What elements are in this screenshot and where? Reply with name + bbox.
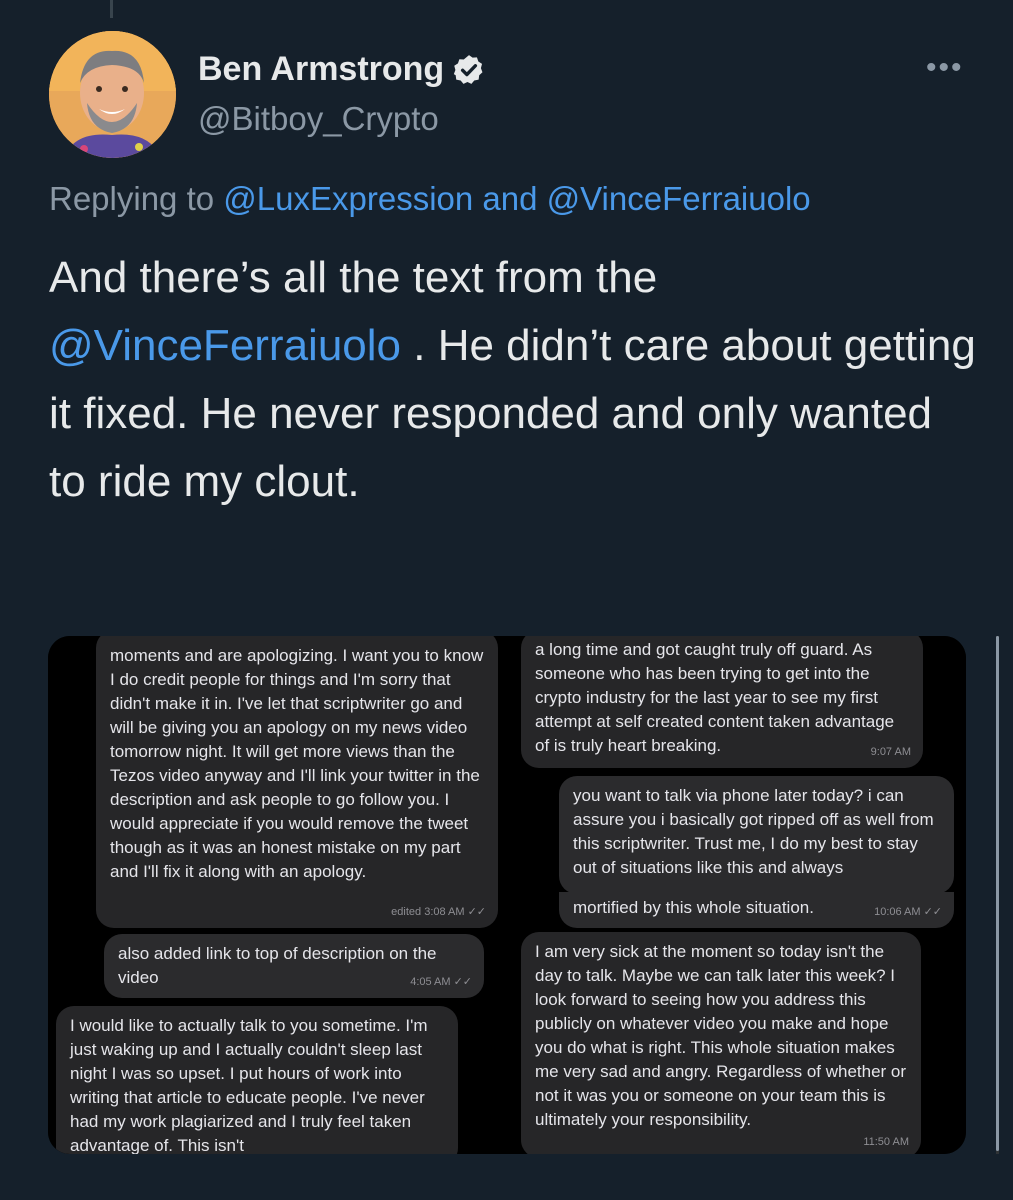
author-name-text[interactable]: Ben Armstrong — [198, 50, 444, 89]
message-timestamp: 10:06 AM ✓✓ — [874, 900, 942, 924]
message-bubble: moments and are apologizing. I want you … — [96, 636, 498, 928]
tweet-text-line1: And there’s all the text from the — [49, 253, 658, 302]
message-bubble: I would like to actually talk to you som… — [56, 1006, 458, 1154]
message-timestamp: edited 3:08 AM ✓✓ — [391, 900, 486, 924]
verified-badge-icon — [454, 54, 483, 84]
message-bubble: also added link to top of description on… — [104, 934, 484, 998]
thread-line — [110, 0, 113, 18]
message-bubble: mortified by this whole situation. 10:06… — [559, 892, 954, 928]
mention-link-luxexpression[interactable]: @LuxExpression — [223, 180, 473, 217]
message-text: a long time and got caught truly off gua… — [535, 640, 895, 755]
message-time: 4:05 AM — [410, 976, 451, 988]
read-receipt-icon: ✓✓ — [923, 906, 942, 918]
author-handle[interactable]: @Bitboy_Crypto — [198, 100, 439, 138]
message-bubble: I am very sick at the moment so today is… — [521, 932, 921, 1154]
message-text: I am very sick at the moment so today is… — [535, 942, 907, 1129]
message-bubble: you want to talk via phone later today? … — [559, 776, 954, 894]
attached-image[interactable]: moments and are apologizing. I want you … — [48, 636, 966, 1154]
mention-link-vinceferraiuolo[interactable]: @VinceFerraiuolo — [547, 180, 811, 217]
read-receipt-icon: ✓✓ — [453, 976, 472, 988]
message-time: edited 3:08 AM — [391, 906, 465, 918]
message-timestamp: 11:50 AM — [863, 1136, 909, 1148]
message-timestamp: 4:05 AM ✓✓ — [410, 970, 472, 994]
scrollbar-thumb[interactable] — [996, 636, 999, 1151]
avatar[interactable] — [49, 31, 176, 158]
tweet-text: And there’s all the text from the @Vince… — [49, 244, 979, 516]
message-text: moments and are apologizing. I want you … — [110, 646, 484, 881]
tweet-mention-link[interactable]: @VinceFerraiuolo — [49, 321, 401, 370]
message-text: you want to talk via phone later today? … — [573, 786, 934, 877]
screenshot-right: a long time and got caught truly off gua… — [511, 636, 966, 1154]
message-bubble: a long time and got caught truly off gua… — [521, 636, 923, 768]
message-text: I would like to actually talk to you som… — [70, 1016, 428, 1154]
message-timestamp: 9:07 AM — [870, 746, 911, 758]
replying-prefix: Replying to — [49, 180, 215, 217]
more-options-icon[interactable]: ••• — [926, 53, 964, 83]
replying-to: Replying to @LuxExpression and @VinceFer… — [49, 180, 811, 218]
read-receipt-icon: ✓✓ — [467, 906, 486, 918]
message-time: 10:06 AM — [874, 906, 921, 918]
reply-conjunction: and — [482, 180, 538, 217]
screenshot-left: moments and are apologizing. I want you … — [48, 636, 503, 1154]
avatar-photo — [49, 31, 176, 158]
author-name[interactable]: Ben Armstrong — [198, 50, 486, 89]
